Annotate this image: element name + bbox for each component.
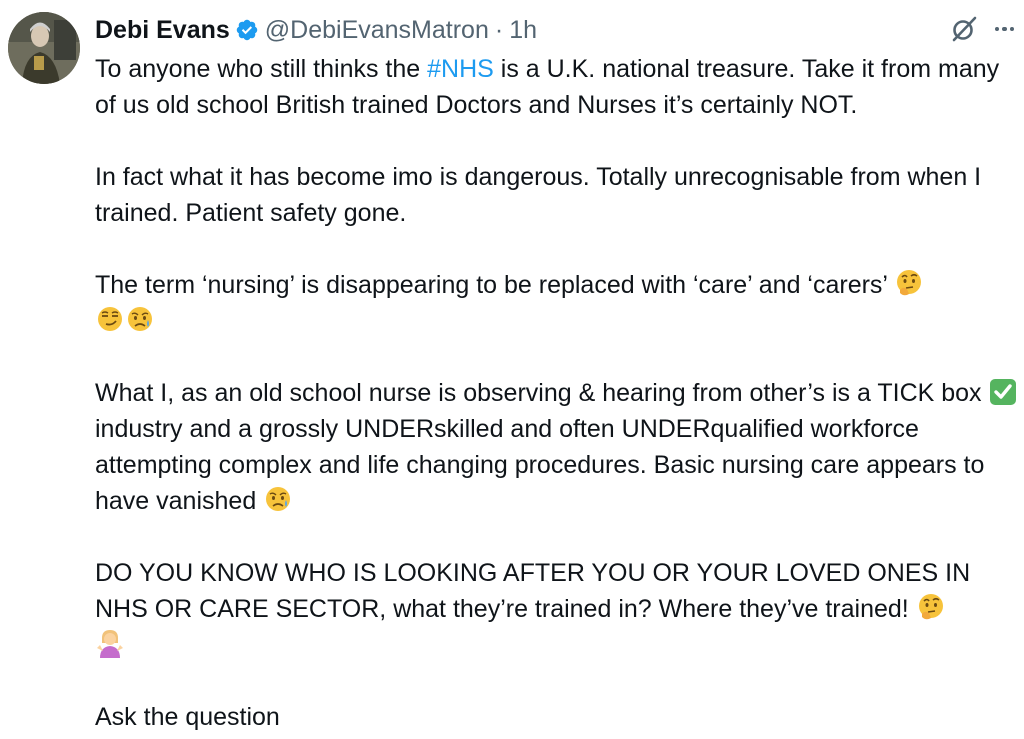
tweet-paragraph-3: The term ‘nursing’ is disappearing to be… [95,267,1020,339]
sad-but-relieved-face-emoji [128,307,152,331]
tweet-paragraph-6: Ask the question [95,703,280,731]
tweet-timestamp[interactable]: 1h [509,13,537,47]
avatar[interactable] [8,12,80,84]
more-icon[interactable] [991,14,1019,44]
avatar-image [8,12,80,84]
thinking-face-emoji [897,270,922,296]
tweet-header: Debi Evans @DebiEvansMatron · 1h [95,13,537,47]
tweet-actions [949,14,1019,44]
smirking-face-emoji [98,307,122,331]
person-shrugging-emoji [97,630,123,658]
verified-badge-icon[interactable] [235,18,259,42]
thinking-face-emoji [918,594,943,620]
author-display-name[interactable]: Debi Evans [95,13,230,47]
grok-icon[interactable] [949,14,979,44]
tweet-paragraph-2: In fact what it has become imo is danger… [95,163,982,227]
check-mark-button-emoji [989,379,1016,405]
tweet-paragraph-1: To anyone who still thinks the #NHS is a… [95,55,1000,119]
hashtag-link[interactable]: #NHS [427,55,494,83]
sad-but-relieved-face-emoji [266,487,291,511]
tweet-text: To anyone who still thinks the #NHS is a… [95,51,1020,735]
header-separator: · [494,16,504,44]
author-handle[interactable]: @DebiEvansMatron [265,13,489,47]
tweet-paragraph-5: DO YOU KNOW WHO IS LOOKING AFTER YOU OR … [95,555,1020,663]
tweet-paragraph-4: What I, as an old school nurse is observ… [95,375,1020,519]
